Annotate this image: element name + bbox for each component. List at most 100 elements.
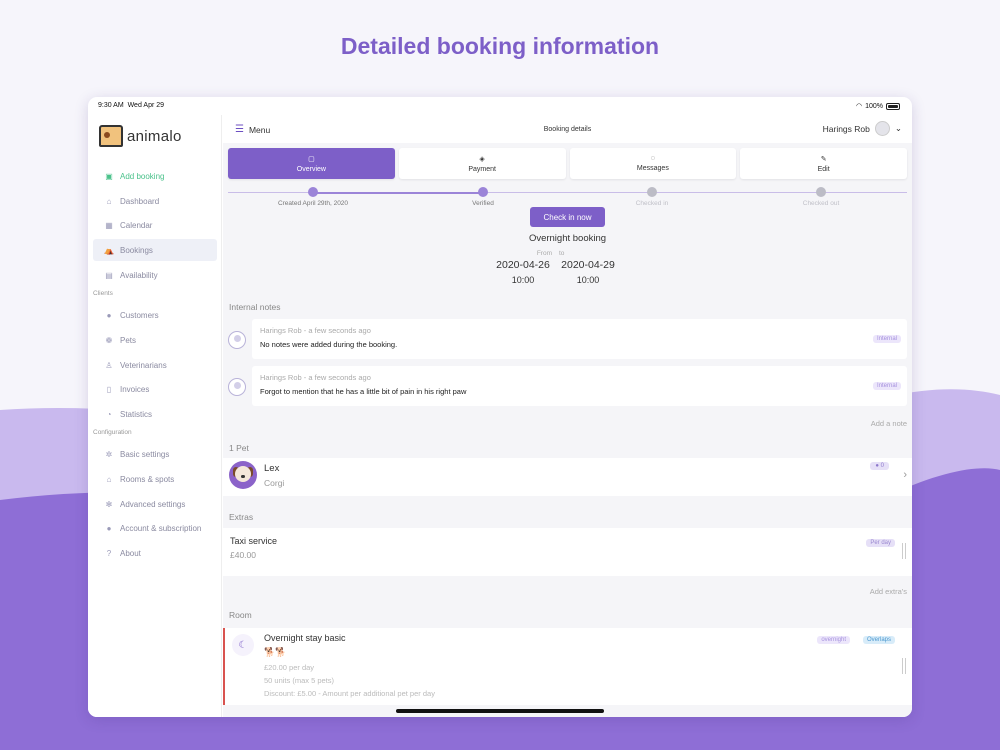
user-menu[interactable]: Harings Rob ⌄ [823, 121, 902, 136]
message-count-badge: ● 0 [870, 462, 889, 470]
step-dot [816, 187, 826, 197]
step-checked-in: Checked in [592, 187, 712, 207]
sidebar-item-rooms-spots[interactable]: ⌂ Rooms & spots [93, 468, 217, 490]
house-icon: ⌂ [106, 474, 112, 484]
tablet-frame: 9:30 AM Wed Apr 29 ◠ 100% animalo ▣ Add b… [88, 97, 912, 717]
note-avatar [228, 378, 246, 396]
gears-icon: ✻ [105, 499, 113, 509]
extra-name: Taxi service [230, 536, 278, 546]
step-dot [647, 187, 657, 197]
note-card: Harings Rob - a few seconds ago No notes… [252, 319, 907, 359]
top-bar: ☰ Menu Booking details Harings Rob ⌄ [223, 115, 912, 143]
pet-breed: Corgi [264, 478, 285, 488]
home-indicator [396, 709, 604, 713]
pet-row[interactable]: Lex Corgi ● 0 › [223, 458, 912, 496]
step-dot [478, 187, 488, 197]
page-headline: Detailed booking information [340, 33, 660, 59]
logo-dog-house-icon [99, 125, 123, 147]
gear-icon: ✲ [105, 449, 113, 459]
dashboard-icon: ⌂ [106, 196, 112, 206]
sidebar-item-calendar[interactable]: ▦ Calendar [93, 214, 217, 236]
sidebar-item-add-booking[interactable]: ▣ Add booking [93, 165, 217, 187]
sidebar-item-account-subscription[interactable]: ● Account & subscription [93, 517, 217, 539]
status-indicators: ◠ 100% [856, 102, 900, 110]
note-text: No notes were added during the booking. [260, 340, 398, 349]
status-time: 9:30 AM Wed Apr 29 [98, 102, 165, 109]
sidebar-item-dashboard[interactable]: ⌂ Dashboard [93, 190, 217, 212]
availability-icon: ▤ [105, 270, 113, 280]
booking-tabs: ▢ Overview ◈ Payment ◌ Messages ✎ Edit [228, 148, 907, 179]
tab-edit[interactable]: ✎ Edit [740, 148, 907, 179]
check-in-button[interactable]: Check in now [530, 207, 605, 227]
page-title: Booking details [543, 126, 592, 133]
pencil-icon: ✎ [820, 155, 827, 163]
drag-handle[interactable] [902, 543, 906, 559]
step-checked-out: Checked out [761, 187, 881, 207]
coins-icon: ◈ [479, 155, 485, 163]
sidebar-item-availability[interactable]: ▤ Availability [93, 264, 217, 286]
chevron-down-icon: ⌄ [894, 123, 902, 133]
tab-payment[interactable]: ◈ Payment [398, 148, 566, 179]
sidebar-item-customers[interactable]: ● Customers [93, 304, 217, 326]
sidebar-item-pets[interactable]: ❁ Pets [93, 329, 217, 351]
invoice-icon: ▯ [106, 384, 112, 394]
extra-row: Taxi service £40.00 Per day [223, 528, 912, 576]
user-icon: ● [106, 310, 112, 320]
step-created: Created April 29th, 2020 [253, 187, 373, 207]
calendar-icon: ▦ [105, 220, 113, 230]
from-date-block: From 2020-04-26 10:00 [496, 250, 552, 285]
sidebar-item-basic-settings[interactable]: ✲ Basic settings [93, 443, 217, 465]
extra-price: £40.00 [230, 550, 256, 560]
sidebar-item-bookings[interactable]: ⛺ Bookings [93, 239, 217, 261]
booking-type: Overnight booking [528, 233, 607, 244]
sidebar: animalo ▣ Add booking ⌂ Dashboard ▦ Calenda… [88, 115, 222, 717]
logo[interactable]: animalo [99, 125, 182, 147]
overlaps-tag: Overlaps [862, 636, 895, 644]
sidebar-item-about[interactable]: ? About [93, 542, 217, 564]
section-label-clients: Clients [93, 290, 113, 297]
pets-label: 1 Pet [229, 443, 249, 453]
to-date-block: to 2020-04-29 10:00 [559, 250, 615, 285]
tab-overview[interactable]: ▢ Overview [228, 148, 395, 179]
sidebar-item-veterinarians[interactable]: ♙ Veterinarians [93, 354, 217, 376]
paw-icon: ❁ [105, 335, 113, 345]
note-card: Harings Rob - a few seconds ago Forgot t… [252, 366, 907, 406]
room-name: Overnight stay basic [264, 633, 346, 643]
step-dot [308, 187, 318, 197]
add-note-link[interactable]: Add a note [871, 419, 907, 428]
internal-notes-label: Internal notes [229, 302, 281, 312]
avatar [874, 121, 890, 136]
sidebar-item-statistics[interactable]: ◔ Statistics [93, 403, 217, 425]
logo-text: animalo [127, 127, 182, 145]
dogs-icon: 🐕🐕 [264, 647, 287, 657]
chevron-right-icon: › [903, 469, 907, 481]
room-label: Room [229, 610, 252, 620]
status-bar: 9:30 AM Wed Apr 29 ◠ 100% [88, 97, 912, 115]
question-icon: ? [106, 548, 112, 558]
step-verified: Verified [423, 187, 543, 207]
plus-icon: ▣ [105, 171, 113, 181]
extras-label: Extras [229, 512, 254, 522]
chat-icon: ◌ [650, 155, 655, 162]
battery-icon [886, 102, 900, 110]
note-text: Forgot to mention that he has a little b… [260, 387, 467, 396]
room-discount: Discount: £5.00 - Amount per additional … [264, 689, 435, 698]
sidebar-item-advanced-settings[interactable]: ✻ Advanced settings [93, 493, 217, 515]
room-price: £20.00 per day [264, 663, 315, 672]
note-item: Harings Rob - a few seconds ago No notes… [228, 319, 907, 359]
drag-handle[interactable] [902, 658, 906, 674]
internal-tag: Internal [872, 382, 901, 390]
main-content: ☰ Menu Booking details Harings Rob ⌄ ▢ Ove… [223, 115, 912, 717]
room-row: ☾ Overnight stay basic 🐕🐕 £20.00 per day… [223, 628, 912, 705]
add-extra-link[interactable]: Add extra's [870, 587, 907, 596]
wifi-icon: ◠ [855, 103, 863, 110]
note-avatar [228, 331, 246, 349]
tab-messages[interactable]: ◌ Messages [569, 148, 737, 179]
note-meta: Harings Rob - a few seconds ago [260, 326, 371, 335]
user-name: Harings Rob [822, 123, 870, 134]
bookings-icon: ⛺ [104, 245, 114, 255]
sidebar-item-invoices[interactable]: ▯ Invoices [93, 378, 217, 400]
document-icon: ▢ [308, 155, 315, 163]
per-day-tag: Per day [866, 539, 895, 547]
overnight-tag: overnight [817, 636, 850, 644]
